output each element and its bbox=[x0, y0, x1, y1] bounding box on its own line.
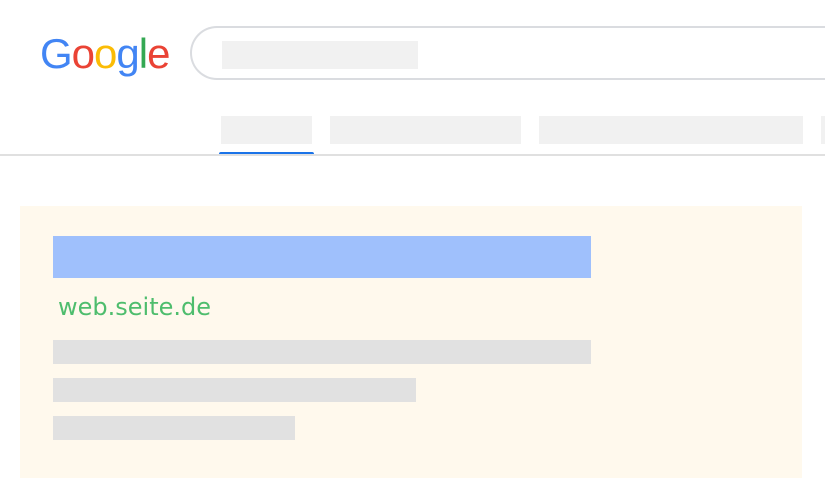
logo-letter: e bbox=[147, 30, 170, 77]
search-result: web.seite.de bbox=[20, 206, 802, 478]
search-tabs bbox=[0, 116, 825, 156]
logo-letter: o bbox=[71, 30, 95, 77]
search-input[interactable] bbox=[190, 26, 825, 80]
result-url[interactable]: web.seite.de bbox=[58, 292, 211, 322]
logo-letter: l bbox=[138, 30, 148, 77]
logo-letter: o bbox=[94, 30, 117, 77]
result-snippet-line bbox=[53, 340, 591, 364]
search-query-placeholder bbox=[222, 41, 418, 69]
logo-letter: g bbox=[116, 30, 139, 77]
tab-4[interactable] bbox=[821, 116, 825, 144]
logo-letter: G bbox=[40, 30, 73, 77]
tab-2[interactable] bbox=[330, 116, 521, 144]
result-title-link[interactable] bbox=[53, 236, 591, 278]
header-divider bbox=[0, 154, 825, 156]
google-logo[interactable]: Google bbox=[40, 30, 170, 78]
tab-all[interactable] bbox=[221, 116, 312, 144]
result-snippet-line bbox=[53, 416, 295, 440]
result-snippet-line bbox=[53, 378, 416, 402]
tab-3[interactable] bbox=[539, 116, 803, 144]
search-results-page: Google web.seite.de bbox=[0, 0, 825, 501]
